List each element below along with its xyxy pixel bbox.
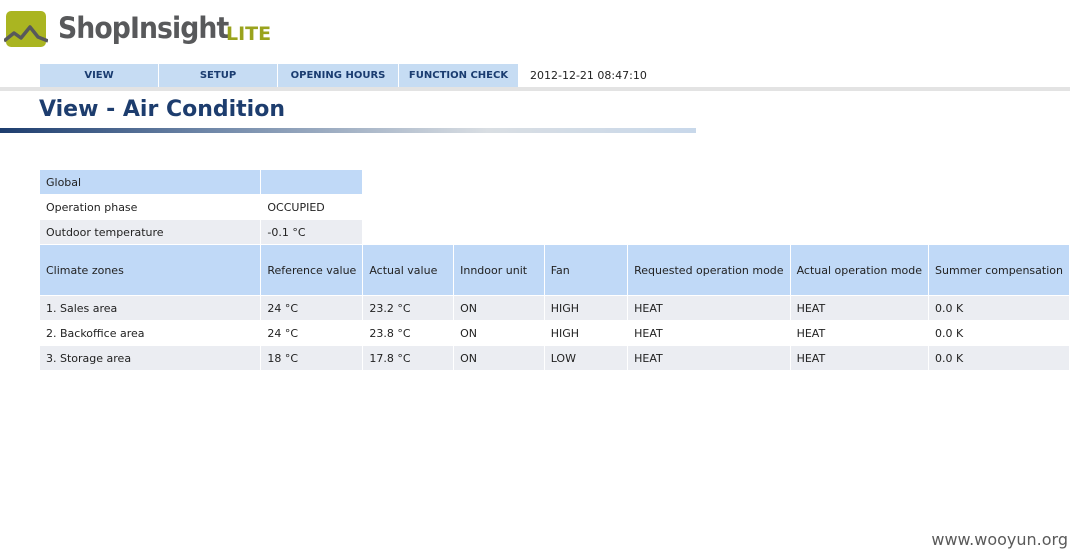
global-header-value xyxy=(261,170,363,194)
indoor-unit-status: ON xyxy=(454,296,544,320)
actual-mode: HEAT xyxy=(790,296,929,320)
brand-edition: LITE xyxy=(226,23,272,45)
nav-item-function-check[interactable]: FUNCTION CHECK xyxy=(399,64,519,87)
requested-mode: HEAT xyxy=(628,296,790,320)
indoor-unit-status: ON xyxy=(454,346,544,370)
title-underline xyxy=(0,128,696,133)
column-header: Inndoor unit xyxy=(454,245,544,295)
current-datetime: 2012-12-21 08:47:10 xyxy=(530,69,647,82)
reference-value: 24 °C xyxy=(261,296,363,320)
actual-mode: HEAT xyxy=(790,321,929,345)
table-row: Operation phase OCCUPIED xyxy=(40,195,1069,219)
main-nav: VIEW SETUP OPENING HOURS FUNCTION CHECK … xyxy=(40,64,647,87)
fan-status: HIGH xyxy=(544,296,628,320)
row-label: Operation phase xyxy=(40,195,261,219)
actual-mode: HEAT xyxy=(790,346,929,370)
air-condition-table: Global Operation phase OCCUPIED Outdoor … xyxy=(39,169,1070,371)
table-row: 2. Backoffice area 24 °C 23.8 °C ON HIGH… xyxy=(40,321,1069,345)
summer-compensation: 0.0 K xyxy=(929,296,1069,320)
zone-name: 2. Backoffice area xyxy=(40,321,261,345)
table-row: Outdoor temperature -0.1 °C xyxy=(40,220,1069,244)
table-row: 3. Storage area 18 °C 17.8 °C ON LOW HEA… xyxy=(40,346,1069,370)
row-label: Outdoor temperature xyxy=(40,220,261,244)
actual-value: 23.8 °C xyxy=(363,321,454,345)
fan-status: HIGH xyxy=(544,321,628,345)
landscape-logo-icon xyxy=(4,11,48,47)
row-value: OCCUPIED xyxy=(261,195,363,219)
column-header: Actual value xyxy=(363,245,454,295)
requested-mode: HEAT xyxy=(628,346,790,370)
actual-value: 17.8 °C xyxy=(363,346,454,370)
brand-name: ShopInsight xyxy=(58,11,229,45)
column-header: Reference value xyxy=(261,245,363,295)
requested-mode: HEAT xyxy=(628,321,790,345)
watermark: www.wooyun.org xyxy=(931,530,1068,549)
app-logo[interactable]: ShopInsight LITE xyxy=(4,9,304,53)
page-title: View - Air Condition xyxy=(39,97,285,122)
fan-status: LOW xyxy=(544,346,628,370)
indoor-unit-status: ON xyxy=(454,321,544,345)
summer-compensation: 0.0 K xyxy=(929,321,1069,345)
nav-item-setup[interactable]: SETUP xyxy=(159,64,278,87)
row-value: -0.1 °C xyxy=(261,220,363,244)
nav-divider xyxy=(0,87,1070,91)
zone-name: 3. Storage area xyxy=(40,346,261,370)
column-header: Requested operation mode xyxy=(628,245,790,295)
column-header: Fan xyxy=(544,245,628,295)
global-header-label: Global xyxy=(40,170,261,194)
summer-compensation: 0.0 K xyxy=(929,346,1069,370)
actual-value: 23.2 °C xyxy=(363,296,454,320)
reference-value: 18 °C xyxy=(261,346,363,370)
nav-item-view[interactable]: VIEW xyxy=(40,64,159,87)
table-row: 1. Sales area 24 °C 23.2 °C ON HIGH HEAT… xyxy=(40,296,1069,320)
column-header: Climate zones xyxy=(40,245,261,295)
zone-name: 1. Sales area xyxy=(40,296,261,320)
column-header: Actual operation mode xyxy=(790,245,929,295)
global-header-row: Global xyxy=(40,170,1069,194)
reference-value: 24 °C xyxy=(261,321,363,345)
column-header: Summer compensation xyxy=(929,245,1069,295)
nav-item-opening-hours[interactable]: OPENING HOURS xyxy=(278,64,399,87)
zones-header-row: Climate zones Reference value Actual val… xyxy=(40,245,1069,295)
